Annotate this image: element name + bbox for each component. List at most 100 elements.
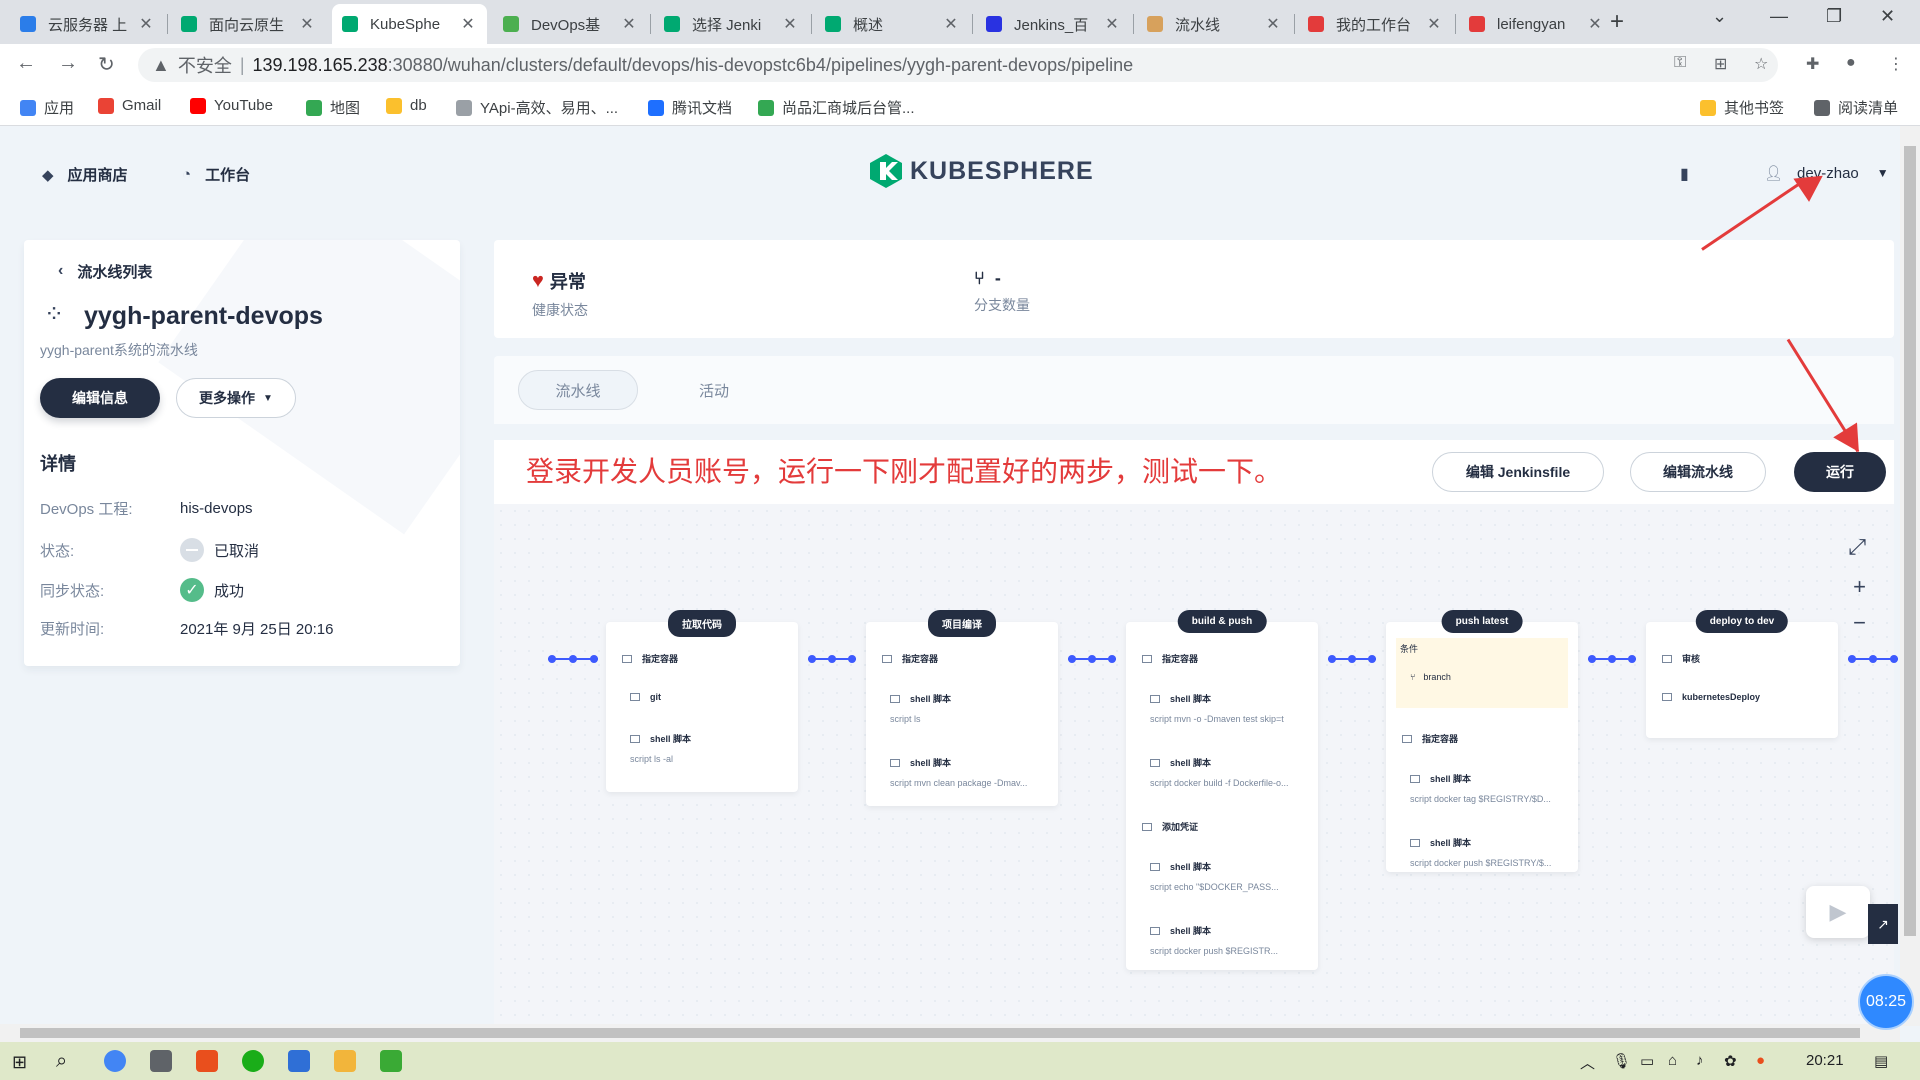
- wechat-icon[interactable]: [242, 1050, 264, 1072]
- stage-name[interactable]: deploy to dev: [1695, 610, 1789, 633]
- pipeline-stage[interactable]: push latest 条件 ⑂ branch 指定容器 shell 脚本 script d…: [1386, 610, 1578, 872]
- battery-icon[interactable]: ▭: [1640, 1052, 1654, 1070]
- browser-tab[interactable]: KubeSphe ✕: [332, 4, 487, 44]
- nav-app-store[interactable]: ◆ 应用商店: [42, 164, 128, 185]
- scrollbar-thumb[interactable]: [1904, 146, 1916, 936]
- pipeline-step[interactable]: 审核: [1662, 652, 1700, 665]
- folder-icon[interactable]: [334, 1050, 356, 1072]
- network-icon[interactable]: ⌂: [1668, 1052, 1677, 1069]
- extensions-icon[interactable]: ✚: [1806, 54, 1819, 74]
- search-icon[interactable]: ⌕: [56, 1050, 67, 1073]
- app-tray-icon[interactable]: ●: [1756, 1052, 1765, 1069]
- tab-close-icon[interactable]: ✕: [620, 14, 638, 34]
- stage-name[interactable]: 拉取代码: [668, 610, 736, 637]
- bookmark-item[interactable]: YouTube: [190, 97, 273, 114]
- wps-icon[interactable]: [196, 1050, 218, 1072]
- pipeline-step[interactable]: shell 脚本: [1410, 836, 1471, 849]
- pipeline-step[interactable]: shell 脚本: [1410, 772, 1471, 785]
- pipeline-step[interactable]: 指定容器: [1142, 652, 1198, 665]
- tab-close-icon[interactable]: ✕: [137, 14, 155, 34]
- notifications-icon[interactable]: ▤: [1874, 1052, 1888, 1070]
- browser-tab[interactable]: 我的工作台 ✕: [1298, 4, 1453, 44]
- browser-tab[interactable]: 面向云原生 ✕: [171, 4, 326, 44]
- key-icon[interactable]: ⚿: [1674, 54, 1686, 72]
- reload-icon[interactable]: ↻: [98, 52, 115, 77]
- tab-close-icon[interactable]: ✕: [459, 14, 477, 34]
- pipeline-step[interactable]: 指定容器: [622, 652, 678, 665]
- pipeline-canvas[interactable]: ⤢ + − 拉取代码 指定容器 git shell 脚本 script ls -al 项目…: [494, 504, 1898, 1024]
- browser-tab[interactable]: 流水线 ✕: [1137, 4, 1292, 44]
- bookmark-item[interactable]: 腾讯文档: [648, 97, 732, 118]
- tray-chevron-icon[interactable]: ︿: [1580, 1052, 1595, 1073]
- ime-icon[interactable]: ✿: [1724, 1052, 1737, 1070]
- ide-icon[interactable]: [288, 1050, 310, 1072]
- close-window-icon[interactable]: ✕: [1880, 6, 1895, 27]
- stage-name[interactable]: 项目编译: [928, 610, 996, 637]
- stage-name[interactable]: push latest: [1441, 610, 1523, 633]
- tab-pipeline[interactable]: 流水线: [518, 370, 638, 410]
- bookmark-item[interactable]: 其他书签: [1700, 97, 1784, 118]
- tab-close-icon[interactable]: ✕: [1103, 14, 1121, 34]
- edit-pipeline-button[interactable]: 编辑流水线: [1630, 452, 1766, 492]
- browser-tab[interactable]: 概述 ✕: [815, 4, 970, 44]
- user-menu[interactable]: 👤︎ dev-zhao ▼: [1764, 164, 1889, 183]
- back-to-pipeline-list[interactable]: ‹ 流水线列表: [44, 256, 166, 286]
- browser-tab[interactable]: 云服务器 上 ✕: [10, 4, 165, 44]
- notification-icon[interactable]: ▮: [1680, 164, 1689, 184]
- app-icon[interactable]: [150, 1050, 172, 1072]
- tool-icon[interactable]: ↗: [1868, 904, 1898, 944]
- tab-close-icon[interactable]: ✕: [1425, 14, 1443, 34]
- maximize-icon[interactable]: ❐: [1826, 6, 1842, 27]
- mic-icon[interactable]: 🎙︎: [1612, 1052, 1631, 1070]
- pipeline-step[interactable]: 指定容器: [1402, 732, 1458, 745]
- nav-workbench[interactable]: ◔ 工作台: [182, 164, 250, 185]
- bookmark-item[interactable]: Gmail: [98, 97, 161, 114]
- pipeline-step[interactable]: 添加凭证: [1142, 820, 1198, 833]
- tab-search-icon[interactable]: ⌄: [1712, 6, 1727, 27]
- horizontal-scrollbar[interactable]: [0, 1024, 1900, 1042]
- volume-icon[interactable]: ♪: [1696, 1052, 1704, 1069]
- browser-tab[interactable]: 选择 Jenki ✕: [654, 4, 809, 44]
- pipeline-step[interactable]: shell 脚本: [1150, 860, 1211, 873]
- translate-icon[interactable]: ⊞: [1714, 54, 1727, 74]
- profile-icon[interactable]: ●: [1846, 54, 1856, 72]
- pipeline-step[interactable]: 指定容器: [882, 652, 938, 665]
- edit-jenkinsfile-button[interactable]: 编辑 Jenkinsfile: [1432, 452, 1604, 492]
- kubesphere-logo[interactable]: KUBESPHERE: [870, 154, 1094, 188]
- bookmark-item[interactable]: YApi-高效、易用、...: [456, 97, 618, 118]
- minimize-icon[interactable]: —: [1770, 6, 1788, 27]
- pipeline-stage[interactable]: 项目编译 指定容器 shell 脚本 script ls shell 脚本 script …: [866, 610, 1058, 806]
- pipeline-step[interactable]: shell 脚本: [1150, 692, 1211, 705]
- windows-start-icon[interactable]: ⊞: [12, 1052, 27, 1073]
- tab-close-icon[interactable]: ✕: [942, 14, 960, 34]
- pipeline-step[interactable]: shell 脚本: [1150, 756, 1211, 769]
- run-button[interactable]: 运行: [1794, 452, 1886, 492]
- more-actions-button[interactable]: 更多操作 ▼: [176, 378, 296, 418]
- new-tab-icon[interactable]: +: [1610, 8, 1624, 36]
- notepad-icon[interactable]: [380, 1050, 402, 1072]
- bookmark-item[interactable]: 阅读清单: [1814, 97, 1898, 118]
- menu-icon[interactable]: ⋮: [1888, 54, 1904, 74]
- tab-close-icon[interactable]: ✕: [781, 14, 799, 34]
- star-icon[interactable]: ☆: [1754, 54, 1768, 74]
- pipeline-step[interactable]: shell 脚本: [890, 756, 951, 769]
- chrome-icon[interactable]: [104, 1050, 126, 1072]
- browser-tab[interactable]: DevOps基 ✕: [493, 4, 648, 44]
- scrollbar-thumb[interactable]: [20, 1028, 1860, 1038]
- pipeline-step[interactable]: shell 脚本: [890, 692, 951, 705]
- zoom-in-icon[interactable]: +: [1853, 574, 1866, 600]
- clock[interactable]: 20:21: [1806, 1052, 1844, 1069]
- pipeline-step[interactable]: shell 脚本: [1150, 924, 1211, 937]
- bookmark-item[interactable]: 地图: [306, 97, 360, 118]
- vertical-scrollbar[interactable]: [1900, 126, 1920, 1026]
- zoom-out-icon[interactable]: −: [1853, 610, 1866, 636]
- pipeline-stage[interactable]: deploy to dev 审核 kubernetesDeploy: [1646, 610, 1838, 738]
- bookmark-item[interactable]: db: [386, 97, 427, 114]
- pipeline-stage[interactable]: 拉取代码 指定容器 git shell 脚本 script ls -al: [606, 610, 798, 792]
- pipeline-step[interactable]: shell 脚本: [630, 732, 691, 745]
- browser-tab[interactable]: leifengyan ✕: [1459, 4, 1614, 44]
- browser-tab[interactable]: Jenkins_百 ✕: [976, 4, 1131, 44]
- edit-info-button[interactable]: 编辑信息: [40, 378, 160, 418]
- tab-close-icon[interactable]: ✕: [1586, 14, 1604, 34]
- stage-name[interactable]: build & push: [1177, 610, 1267, 633]
